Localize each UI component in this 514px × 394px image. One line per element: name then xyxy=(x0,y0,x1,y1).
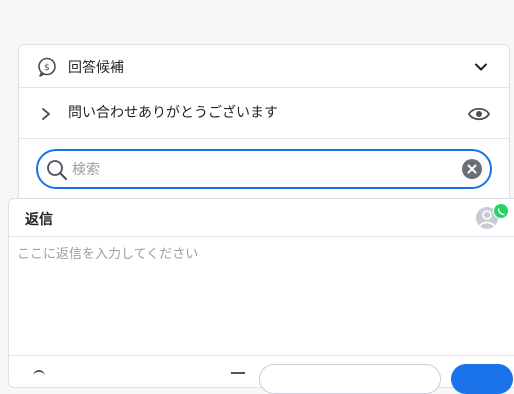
answer-candidates-panel: $ 回答候補 問い合わせありがとうございます xyxy=(18,44,510,204)
template-icon[interactable] xyxy=(231,372,245,382)
search-box xyxy=(36,149,492,189)
reply-panel: 返信 xyxy=(8,198,514,394)
reply-header: 返信 xyxy=(9,199,514,237)
search-icon xyxy=(47,160,67,180)
eye-icon[interactable] xyxy=(467,104,491,124)
toolbar-icon[interactable] xyxy=(33,370,45,380)
suggestion-item[interactable]: 問い合わせありがとうございます xyxy=(19,88,509,139)
search-input[interactable] xyxy=(70,157,454,183)
candidates-title: 回答候補 xyxy=(68,60,124,76)
reply-title: 返信 xyxy=(25,212,53,228)
chevron-down-icon[interactable] xyxy=(473,59,489,75)
reply-input[interactable] xyxy=(17,243,497,343)
reply-footer xyxy=(9,355,514,394)
send-button[interactable] xyxy=(451,364,513,394)
close-icon xyxy=(467,164,477,174)
suggestion-text: 問い合わせありがとうございます xyxy=(68,105,278,121)
chevron-right-icon[interactable] xyxy=(39,106,53,122)
svg-text:$: $ xyxy=(44,63,50,73)
footer-select[interactable] xyxy=(259,364,441,394)
dollar-chat-icon: $ xyxy=(38,57,56,77)
whatsapp-icon xyxy=(493,203,509,219)
candidates-header[interactable]: $ 回答候補 xyxy=(19,45,509,88)
clear-search-button[interactable] xyxy=(462,159,482,179)
